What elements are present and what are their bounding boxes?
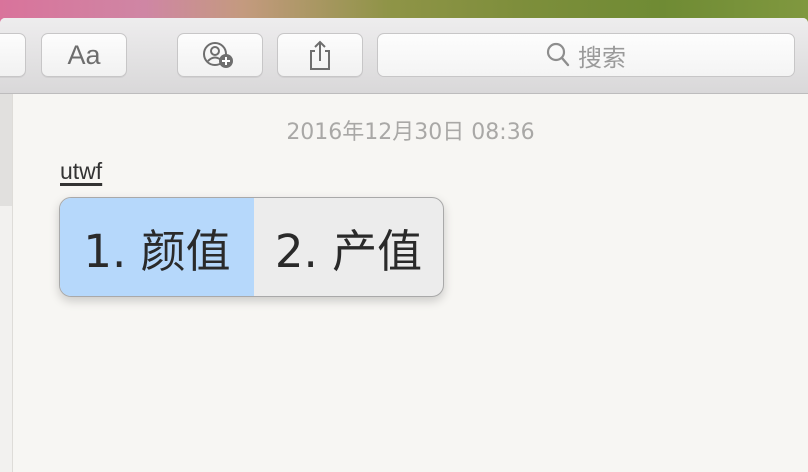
toolbar-button-partial[interactable] xyxy=(0,33,26,77)
screen: Aa 搜索 2016年12月30日 08:36 utwf 1. 颜值 2. 产值 xyxy=(0,0,808,472)
person-add-icon xyxy=(199,39,241,71)
search-placeholder: 搜索 xyxy=(578,43,626,72)
search-field[interactable]: 搜索 xyxy=(377,33,795,77)
ime-candidate-2[interactable]: 2. 产值 xyxy=(254,198,443,296)
notes-list-edge[interactable] xyxy=(0,94,13,472)
ime-candidate-window: 1. 颜值 2. 产值 xyxy=(59,197,444,297)
share-button[interactable] xyxy=(277,33,363,77)
ime-composing-text: utwf xyxy=(60,158,103,184)
search-icon xyxy=(546,42,570,68)
add-people-button[interactable] xyxy=(177,33,263,77)
note-timestamp: 2016年12月30日 08:36 xyxy=(286,120,535,145)
font-format-button[interactable]: Aa xyxy=(41,33,127,77)
font-format-label: Aa xyxy=(67,39,101,70)
notes-window: Aa 搜索 2016年12月30日 08:36 utwf 1. 颜值 2. 产值 xyxy=(0,18,808,472)
selected-note-row[interactable] xyxy=(0,94,12,206)
share-icon xyxy=(307,39,333,71)
toolbar: Aa 搜索 xyxy=(0,18,808,94)
ime-candidate-1[interactable]: 1. 颜值 xyxy=(60,198,254,296)
